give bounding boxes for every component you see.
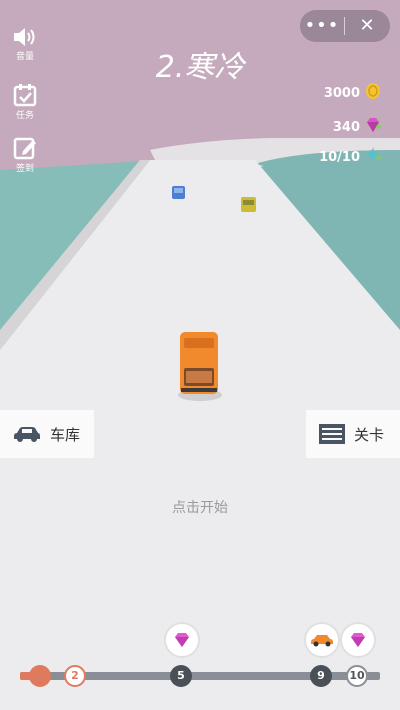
energy-counter: 10/10 [319, 146, 382, 168]
orange-car-icon [311, 635, 333, 647]
coins-counter: 3000 [324, 82, 382, 104]
garage-button[interactable]: 车库 [0, 410, 94, 458]
close-button[interactable]: ✕ [345, 10, 389, 42]
edit-note-icon [13, 137, 36, 160]
energy-value: 10/10 [319, 149, 360, 165]
gem-icon [351, 633, 365, 647]
progress-node-10: 10 [346, 665, 368, 687]
gem-plus-icon [364, 116, 382, 138]
tasks-button[interactable]: 任务 [8, 83, 42, 121]
gems-value: 340 [332, 119, 360, 135]
car-reward-bubble [304, 622, 340, 658]
tasks-label: 任务 [15, 111, 34, 121]
yellow-car [241, 197, 256, 212]
gems-counter: 340 [333, 116, 382, 138]
coin-icon [364, 82, 382, 104]
progress-node-9: 9 [310, 665, 332, 687]
signin-label: 签到 [15, 164, 34, 174]
gem-icon [175, 633, 189, 647]
blue-car [172, 186, 185, 199]
lightning-plus-icon [364, 146, 382, 168]
progress-node-current: 2 [64, 665, 86, 687]
level-title: 2.寒冷 [155, 50, 245, 85]
menu-capsule: ••• ✕ [300, 10, 390, 42]
progress-node-5: 5 [170, 665, 192, 687]
calendar-check-icon [13, 84, 37, 107]
garage-label: 车库 [50, 425, 81, 444]
game-scene[interactable] [0, 0, 400, 710]
coins-value: 3000 [323, 85, 360, 101]
progress-marker [29, 665, 51, 687]
gem-reward-bubble [164, 622, 200, 658]
car-icon [14, 427, 40, 442]
levels-label: 关卡 [354, 425, 385, 444]
signin-button[interactable]: 签到 [8, 136, 42, 174]
tap-to-start[interactable]: 点击开始 [0, 497, 400, 517]
levels-button[interactable]: 关卡 [306, 410, 400, 458]
list-icon [319, 424, 345, 444]
gem-reward-bubble-final [340, 622, 376, 658]
more-button[interactable]: ••• [300, 10, 344, 42]
player-car [178, 332, 222, 401]
